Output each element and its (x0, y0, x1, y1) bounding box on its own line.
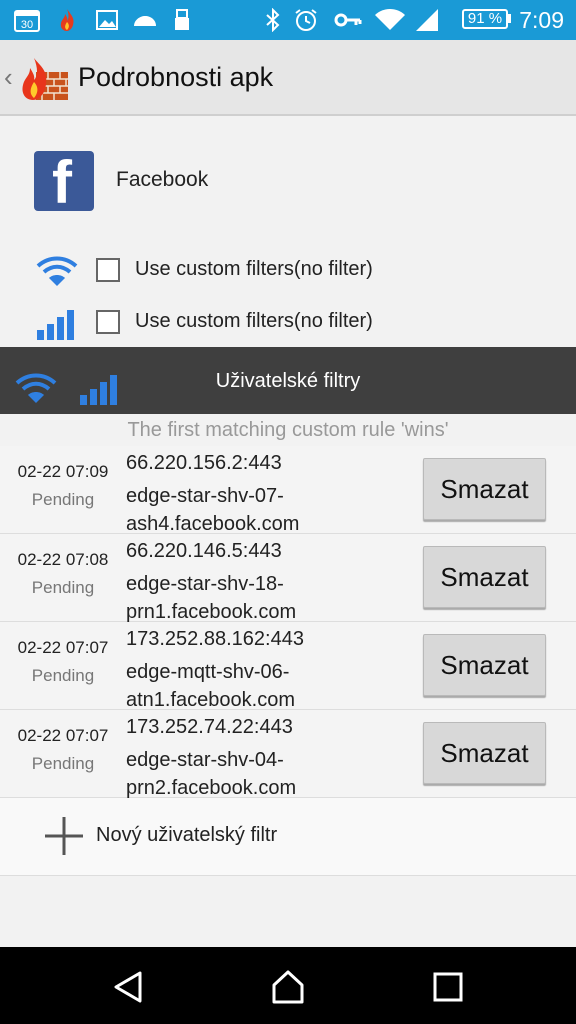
back-icon[interactable] (110, 969, 146, 1005)
rule-hostname: edge-star-shv-04-prn2.facebook.com (126, 749, 297, 799)
clock: 7:09 (519, 7, 564, 33)
rule-status: Pending (31, 754, 95, 773)
usb-icon (175, 9, 189, 30)
rule-row: 02-22 07:08 Pending 66.220.146.5:443 edg… (0, 534, 576, 623)
rule-timestamp: 02-22 07:07 (17, 726, 109, 745)
rule-row: 02-22 07:07 Pending 173.252.74.22:443 ed… (0, 710, 576, 799)
rule-priority-hint: The first matching custom rule 'wins' (0, 414, 576, 447)
plus-icon (45, 817, 83, 855)
add-user-filter-row[interactable]: Nový uživatelský filtr (0, 798, 576, 876)
status-bar: 30 91 % 7:09 (0, 0, 576, 40)
cloud-icon (134, 16, 156, 26)
facebook-letter: f (52, 149, 72, 216)
rule-timestamp: 02-22 07:08 (17, 550, 109, 569)
rule-hostname: edge-star-shv-07-ash4.facebook.com (126, 485, 300, 535)
firewall-logo-icon[interactable] (20, 54, 70, 102)
wifi-custom-filter-row[interactable]: Use custom filters(no filter) (0, 250, 576, 290)
rule-timestamp: 02-22 07:07 (17, 638, 109, 657)
battery-level: 91 % (467, 10, 503, 27)
navigation-bar (0, 947, 576, 1024)
add-user-filter-label: Nový uživatelský filtr (96, 824, 278, 846)
app-name: Facebook (116, 168, 209, 191)
cell-signal-icon (37, 310, 74, 340)
battery-tip (508, 14, 511, 23)
rule-status: Pending (31, 490, 95, 509)
calendar-icon: 30 (14, 10, 40, 32)
action-bar: ‹ Podrobnosti apk (0, 40, 576, 116)
wifi-icon (375, 9, 405, 30)
delete-rule-button[interactable]: Smazat (423, 458, 546, 520)
custom-rule-list: 02-22 07:09 Pending 66.220.156.2:443 edg… (0, 446, 576, 799)
delete-rule-button[interactable]: Smazat (423, 634, 546, 696)
rule-hostname: edge-star-shv-18-prn1.facebook.com (126, 573, 297, 623)
recents-icon[interactable] (430, 969, 466, 1005)
delete-rule-button[interactable]: Smazat (423, 546, 546, 608)
mobile-custom-filter-row[interactable]: Use custom filters(no filter) (0, 302, 576, 342)
svg-text:30: 30 (21, 19, 33, 31)
up-chevron-icon[interactable]: ‹ (4, 62, 13, 93)
rule-row: 02-22 07:09 Pending 66.220.156.2:443 edg… (0, 446, 576, 535)
wifi-custom-filter-label: Use custom filters(no filter) (135, 258, 373, 280)
rule-hostname: edge-mqtt-shv-06-atn1.facebook.com (126, 661, 295, 711)
delete-rule-button[interactable]: Smazat (423, 722, 546, 784)
user-filters-title: Uživatelské filtry (215, 370, 361, 392)
user-filters-header: Uživatelské filtry (0, 347, 576, 414)
rule-address: 66.220.156.2:443 (126, 452, 282, 474)
mobile-custom-filter-label: Use custom filters(no filter) (135, 310, 373, 332)
home-icon[interactable] (270, 969, 306, 1005)
rule-address: 173.252.74.22:443 (126, 716, 293, 738)
rule-row: 02-22 07:07 Pending 173.252.88.162:443 e… (0, 622, 576, 711)
vpn-key-icon (334, 13, 362, 27)
rule-status: Pending (31, 666, 95, 685)
cell-signal-icon (416, 9, 438, 31)
battery-indicator: 91 % (462, 9, 508, 29)
mobile-custom-filter-checkbox[interactable] (96, 310, 120, 334)
wifi-icon (36, 256, 78, 286)
rule-address: 66.220.146.5:443 (126, 540, 282, 562)
alarm-icon (295, 9, 317, 31)
bluetooth-icon (266, 8, 280, 32)
rule-address: 173.252.88.162:443 (126, 628, 304, 650)
wifi-custom-filter-checkbox[interactable] (96, 258, 120, 282)
rule-timestamp: 02-22 07:09 (17, 462, 109, 481)
page-title: Podrobnosti apk (78, 62, 274, 92)
rule-status: Pending (31, 578, 95, 597)
image-icon (96, 10, 118, 30)
facebook-app-icon: f (34, 149, 94, 216)
firewall-flame-icon (60, 9, 74, 31)
